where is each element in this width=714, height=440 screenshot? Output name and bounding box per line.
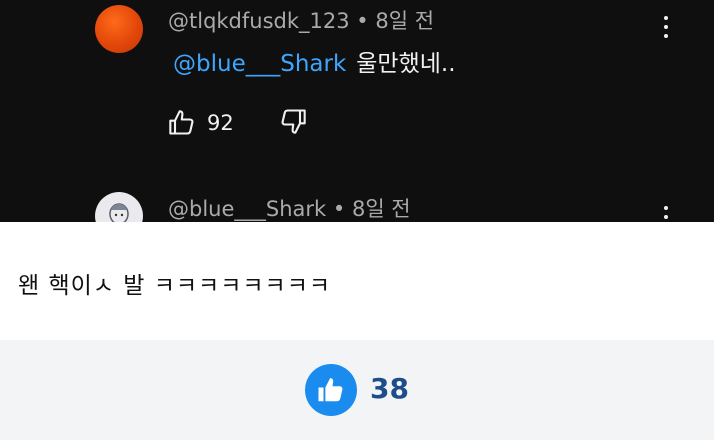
- comment-time: 8일 전: [351, 197, 411, 221]
- avatar[interactable]: [95, 192, 143, 222]
- comment-meta: @tlqkdfusdk_123 • 8일 전: [168, 5, 434, 35]
- comment-author-handle[interactable]: @blue___Shark: [168, 197, 326, 221]
- comment-author-handle[interactable]: @tlqkdfusdk_123: [168, 9, 350, 33]
- like-thumb-icon: [318, 378, 343, 402]
- comment-body: @blue___Shark 울만했네..: [173, 44, 456, 78]
- meta-separator: •: [332, 197, 352, 221]
- thumbs-down-icon: [281, 109, 306, 134]
- comment-time: 8일 전: [375, 9, 435, 33]
- like-count: 92: [207, 111, 234, 135]
- comment-meta: @blue___Shark • 8일 전: [168, 193, 411, 222]
- post-card: 왠 핵이ㅅ 발 ㅋㅋㅋㅋㅋㅋㅋㅋ: [0, 222, 714, 340]
- post-footer: 38: [0, 340, 714, 440]
- more-vert-icon[interactable]: [658, 16, 674, 43]
- avatar[interactable]: [95, 5, 143, 53]
- like-button[interactable]: 92: [167, 106, 234, 140]
- more-vert-icon[interactable]: [658, 206, 674, 222]
- thumbs-up-icon: [169, 110, 194, 135]
- comment-text: 울만했네..: [356, 51, 456, 77]
- like-button[interactable]: [305, 364, 357, 416]
- mention-link[interactable]: @blue___Shark: [173, 51, 346, 77]
- post-text: 왠 핵이ㅅ 발 ㅋㅋㅋㅋㅋㅋㅋㅋ: [18, 273, 332, 299]
- dislike-button[interactable]: [278, 107, 308, 139]
- like-count: 38: [370, 372, 409, 405]
- meta-separator: •: [356, 9, 376, 33]
- avatar-illustration: [109, 203, 129, 222]
- youtube-comment-thread: @tlqkdfusdk_123 • 8일 전 @blue___Shark 울만했네…: [0, 0, 714, 222]
